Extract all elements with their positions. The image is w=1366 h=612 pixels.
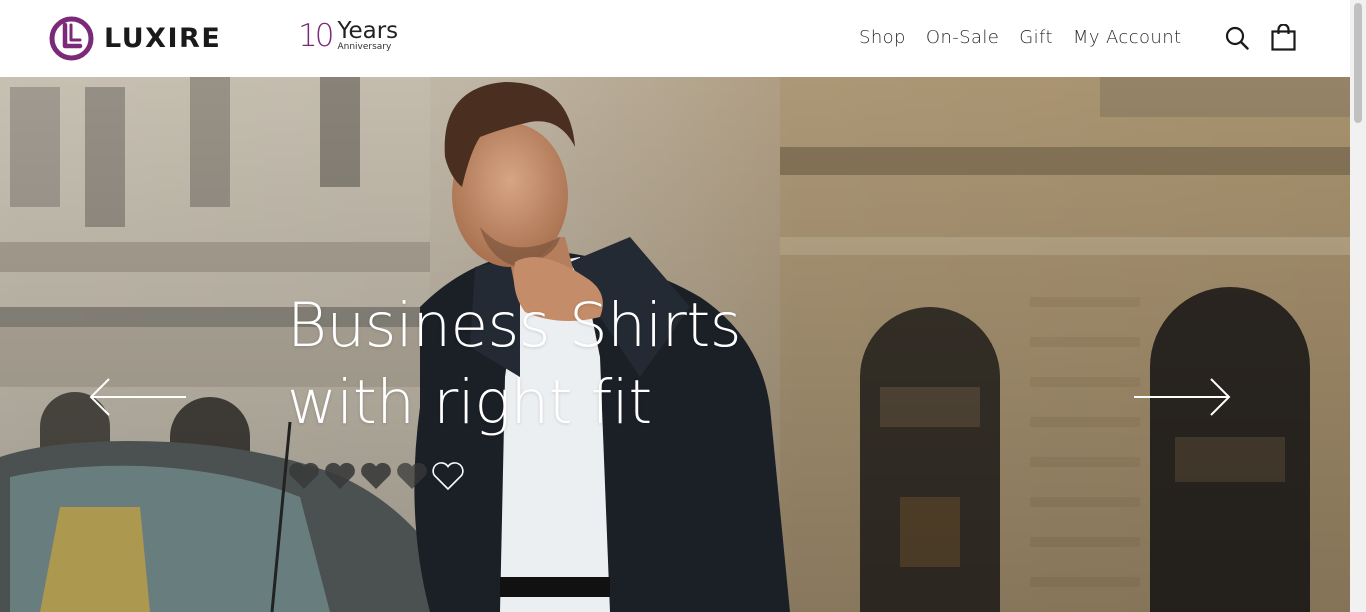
arrow-left-icon[interactable] — [89, 377, 187, 417]
nav-shop[interactable]: Shop — [859, 26, 906, 50]
hero-banner: Business Shirts with right fit — [0, 77, 1350, 612]
scrollbar-thumb[interactable] — [1354, 3, 1362, 123]
hero-title: Business Shirts with right fit — [287, 287, 887, 441]
anniversary-number: 10 — [298, 18, 334, 54]
heart-rating — [287, 461, 465, 491]
hero-title-line-2: with right fit — [287, 367, 652, 438]
shopping-bag-icon[interactable] — [1271, 24, 1296, 51]
site-logo[interactable]: LUXIRE — [49, 16, 221, 61]
page-scrollbar[interactable] — [1350, 0, 1366, 612]
heart-filled-icon — [397, 462, 427, 489]
nav-on-sale[interactable]: On-Sale — [926, 26, 999, 50]
heart-filled-icon — [325, 462, 355, 489]
main-nav: Shop On-Sale Gift My Account — [859, 26, 1182, 50]
heart-outline-icon — [432, 462, 464, 491]
heart-filled-icon — [289, 462, 319, 489]
anniversary-label: Anniversary — [337, 42, 392, 52]
anniversary-badge: 10 Years Anniversary — [298, 18, 398, 54]
heart-filled-icon — [361, 462, 391, 489]
search-icon[interactable] — [1225, 26, 1249, 50]
nav-gift[interactable]: Gift — [1019, 26, 1053, 50]
arrow-right-icon[interactable] — [1133, 377, 1231, 417]
luxire-logo-mark-icon — [49, 16, 94, 61]
logo-wordmark: LUXIRE — [104, 23, 222, 54]
hero-title-line-1: Business Shirts — [287, 290, 742, 361]
anniversary-years: Years — [337, 18, 399, 44]
nav-my-account[interactable]: My Account — [1073, 26, 1182, 50]
site-header: LUXIRE 10 Years Anniversary Shop On-Sale… — [0, 0, 1350, 77]
